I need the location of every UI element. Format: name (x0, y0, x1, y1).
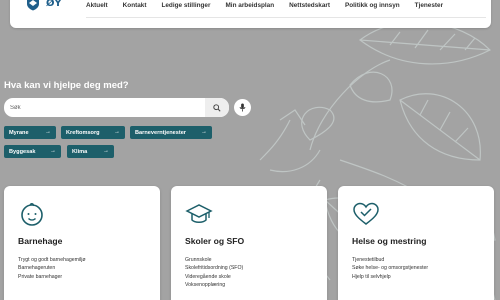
quick-link-myrane[interactable]: Myrane → (4, 126, 56, 139)
card-link[interactable]: Tjenestetilbud (352, 256, 428, 264)
card-link[interactable]: Grunnskole (185, 256, 243, 264)
heart-icon (353, 202, 379, 225)
nav-item-aktuelt[interactable]: Aktuelt (86, 2, 108, 9)
card-title: Skoler og SFO (185, 236, 245, 246)
card-links: Trygt og godt barnehagemiljø Barnehageru… (18, 256, 86, 281)
quick-link-barneverntjenester[interactable]: Barneverntjenester → (130, 126, 212, 139)
logo-text: ØY (46, 0, 62, 9)
main-nav: Aktuelt Kontakt Ledige stillinger Min ar… (86, 2, 458, 9)
search-input[interactable] (10, 98, 200, 117)
quick-link-klima[interactable]: Klima → (67, 145, 114, 158)
search-icon (213, 103, 221, 112)
nav-item-ledige-stillinger[interactable]: Ledige stillinger (161, 2, 210, 9)
card-link[interactable]: Barnehageruten (18, 264, 86, 272)
graduation-cap-icon (185, 204, 213, 223)
card-link[interactable]: Voksenopplæring (185, 281, 243, 289)
arrow-right-icon: → (45, 129, 51, 135)
microphone-icon (239, 103, 246, 112)
card-link[interactable]: Hjelp til selvhjelp (352, 273, 428, 281)
card-links: Grunnskole Skolefritidsordning (SFO) Vid… (185, 256, 243, 290)
chip-label: Byggesak (9, 148, 36, 155)
card-link[interactable]: Trygt og godt barnehagemiljø (18, 256, 86, 264)
service-card-barnehage[interactable]: Barnehage Trygt og godt barnehagemiljø B… (4, 186, 160, 300)
quick-link-kreftomsorg[interactable]: Kreftomsorg → (61, 126, 125, 139)
chip-label: Barneverntjenester (135, 129, 186, 136)
search-bar (4, 98, 229, 117)
card-link[interactable]: Skolefritidsordning (SFO) (185, 264, 243, 272)
nav-item-kontakt[interactable]: Kontakt (123, 2, 147, 9)
arrow-right-icon: → (114, 129, 120, 135)
card-title: Helse og mestring (352, 236, 427, 246)
service-card-skoler-og-sfo[interactable]: Skoler og SFO Grunnskole Skolefritidsord… (171, 186, 327, 300)
arrow-right-icon: → (50, 148, 56, 154)
nav-item-min-arbeidsplan[interactable]: Min arbeidsplan (225, 2, 274, 9)
chip-label: Myrane (9, 129, 29, 136)
nav-divider (86, 17, 486, 18)
search-button[interactable] (205, 98, 229, 117)
card-title: Barnehage (18, 236, 63, 246)
arrow-right-icon: → (201, 129, 207, 135)
service-card-helse-og-mestring[interactable]: Helse og mestring Tjenestetilbud Søke he… (338, 186, 494, 300)
quick-link-byggesak[interactable]: Byggesak → (4, 145, 61, 158)
arrow-right-icon: → (103, 148, 109, 154)
nav-item-tjenester[interactable]: Tjenester (415, 2, 443, 9)
help-heading: Hva kan vi hjelpe deg med? (4, 80, 129, 91)
header-card: ØY Aktuelt Kontakt Ledige stillinger Min… (10, 0, 491, 28)
card-links: Tjenestetilbud Søke helse- og omsorgstje… (352, 256, 428, 281)
top-bar: ØY Aktuelt Kontakt Ledige stillinger Min… (0, 0, 500, 30)
nav-item-nettstedskart[interactable]: Nettstedskart (289, 2, 330, 9)
baby-face-icon (21, 203, 43, 226)
nav-item-politikk-og-innsyn[interactable]: Politikk og innsyn (345, 2, 400, 9)
voice-search-button[interactable] (234, 99, 251, 116)
card-link[interactable]: Søke helse- og omsorgstjenester (352, 264, 428, 272)
municipality-logo[interactable]: ØY (26, 0, 72, 10)
card-link[interactable]: Videregående skole (185, 273, 243, 281)
chip-label: Klima (72, 148, 88, 155)
coat-of-arms-icon (27, 0, 39, 10)
card-link[interactable]: Private barnehager (18, 273, 86, 281)
chip-label: Kreftomsorg (66, 129, 100, 136)
